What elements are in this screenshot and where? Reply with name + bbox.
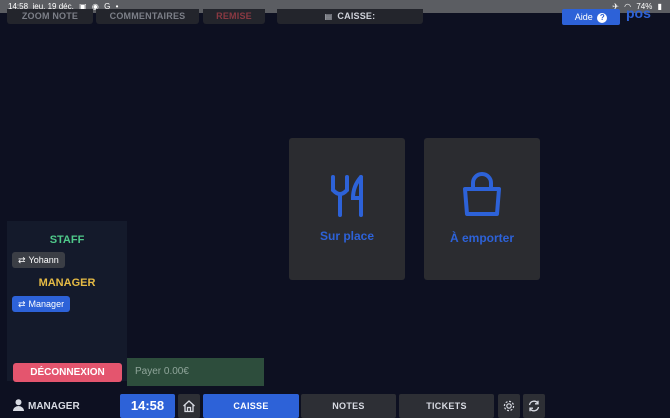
fork-knife-icon	[331, 175, 363, 217]
manager-user-label: Manager	[28, 299, 65, 309]
battery-icon: ▮	[657, 2, 662, 11]
tab-tickets[interactable]: TICKETS	[399, 394, 494, 418]
staff-user-label: Yohann	[28, 255, 59, 265]
commentaires-button[interactable]: COMMENTAIRES	[96, 9, 199, 24]
shopping-bag-icon	[463, 172, 501, 216]
logout-button[interactable]: DÉCONNEXION	[13, 363, 122, 382]
brand-logo-text: pos	[626, 5, 651, 21]
user-icon	[13, 399, 24, 411]
caisse-selector[interactable]: ▤ CAISSE:	[277, 9, 423, 24]
a-emporter-tile[interactable]: À emporter	[424, 138, 540, 280]
tab-notes[interactable]: NOTES	[301, 394, 396, 418]
switch-user-icon: ⇄	[18, 299, 26, 309]
clock-button[interactable]: 14:58	[120, 394, 175, 418]
pay-button[interactable]: Payer 0.00€	[127, 358, 264, 386]
remise-button[interactable]: REMISE	[203, 9, 265, 24]
caisse-selector-label: CAISSE:	[337, 11, 376, 21]
help-button[interactable]: Aide ?	[562, 9, 620, 25]
cash-register-icon: ▤	[324, 12, 333, 21]
staff-user-button[interactable]: ⇄ Yohann	[12, 252, 65, 268]
refresh-button[interactable]	[523, 394, 545, 418]
bottom-nav: MANAGER 14:58 CAISSE NOTES TICKETS	[0, 392, 670, 418]
a-emporter-label: À emporter	[449, 231, 514, 245]
home-icon	[183, 400, 195, 413]
help-label: Aide	[574, 12, 593, 22]
brand-logo: pos	[626, 5, 651, 21]
tab-caisse[interactable]: CAISSE	[203, 394, 299, 418]
help-icon: ?	[597, 12, 608, 23]
zoom-note-button[interactable]: ZOOM NOTE	[7, 9, 93, 24]
switch-user-icon: ⇄	[18, 255, 26, 265]
refresh-icon	[528, 400, 540, 412]
current-user-label: MANAGER	[28, 401, 80, 412]
home-button[interactable]	[178, 394, 200, 418]
gear-icon	[503, 400, 515, 412]
sur-place-label: Sur place	[319, 229, 375, 243]
manager-title: MANAGER	[38, 277, 96, 289]
sur-place-tile[interactable]: Sur place	[289, 138, 405, 280]
current-user[interactable]: MANAGER	[13, 399, 80, 412]
manager-user-button[interactable]: ⇄ Manager	[12, 296, 71, 312]
staff-panel: STAFF ⇄ Yohann MANAGER ⇄ Manager	[7, 221, 127, 381]
settings-button[interactable]	[498, 394, 520, 418]
staff-title: STAFF	[49, 234, 85, 246]
